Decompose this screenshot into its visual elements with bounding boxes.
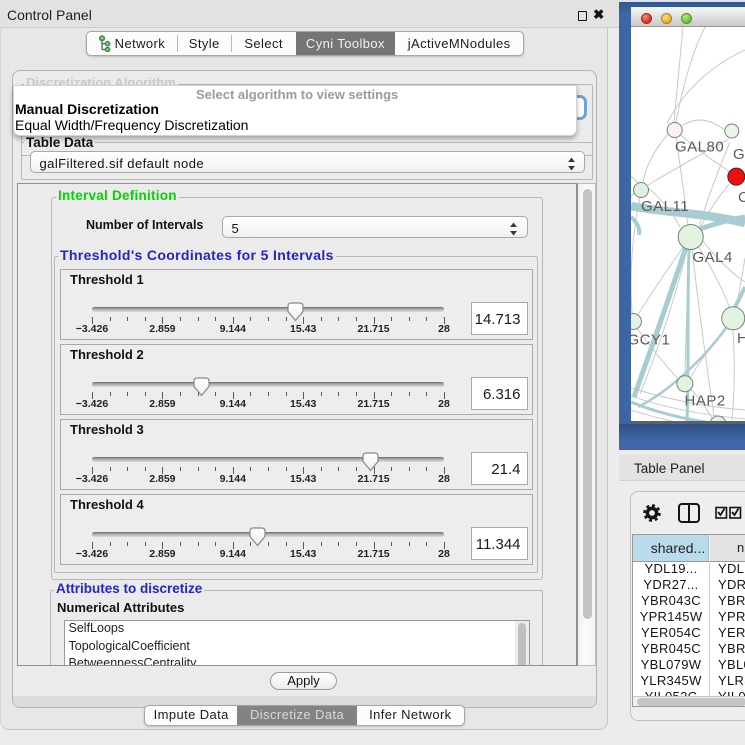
svg-text:GA: GA xyxy=(733,146,745,163)
svg-text:H: H xyxy=(737,330,745,347)
svg-text:GAL4: GAL4 xyxy=(693,249,733,266)
svg-text:GAL11: GAL11 xyxy=(641,198,689,215)
svg-text:C: C xyxy=(738,189,745,206)
svg-text:GCY1: GCY1 xyxy=(631,332,670,349)
svg-text:GAL80: GAL80 xyxy=(675,139,724,156)
svg-text:HAP2: HAP2 xyxy=(685,393,726,410)
